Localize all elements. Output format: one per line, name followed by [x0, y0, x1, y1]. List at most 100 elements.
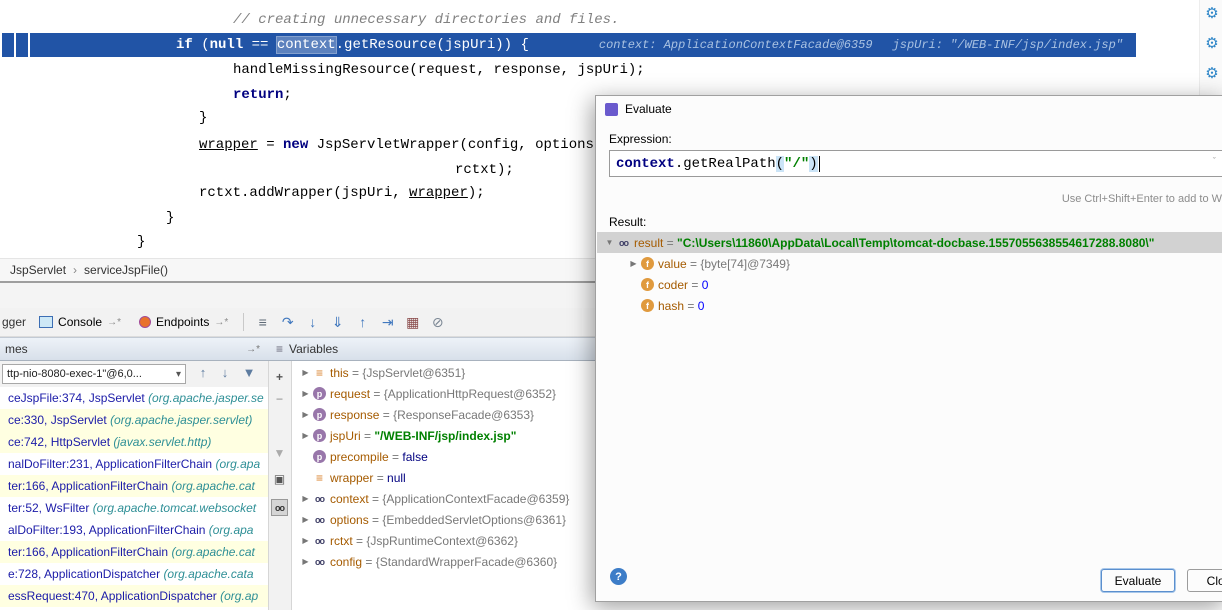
variable-row[interactable]: ▶pjspUri = "/WEB-INF/jsp/index.jsp": [293, 425, 595, 446]
navigate-icon[interactable]: →*: [246, 344, 260, 355]
variable-name: hash: [658, 299, 684, 313]
chevron-right-icon[interactable]: ▶: [299, 515, 312, 524]
tab-debugger[interactable]: gger: [0, 315, 30, 329]
result-row[interactable]: fhash = 0: [597, 295, 1222, 316]
view-breakpoints-icon[interactable]: ▦: [400, 314, 425, 331]
variable-row[interactable]: ▶oocontext = {ApplicationContextFacade@6…: [293, 488, 595, 509]
chevron-right-icon[interactable]: ▶: [299, 494, 312, 503]
expression-token: .getRealPath: [675, 156, 776, 172]
step-over-icon[interactable]: ↷: [275, 314, 300, 331]
frame-row[interactable]: e:728, ApplicationDispatcher (org.apache…: [0, 563, 268, 585]
frames-panel-header: mes →*: [0, 337, 268, 361]
run-to-cursor-icon[interactable]: ⇥: [375, 314, 400, 331]
frame-row[interactable]: ter:166, ApplicationFilterChain (org.apa…: [0, 541, 268, 563]
frame-row[interactable]: essRequest:470, ApplicationDispatcher (o…: [0, 585, 268, 607]
chevron-right-icon[interactable]: ▶: [299, 557, 312, 566]
chevron-right-icon[interactable]: ▶: [299, 536, 312, 545]
variable-row[interactable]: ▶oorctxt = {JspRuntimeContext@6362}: [293, 530, 595, 551]
evaluate-dialog-titlebar[interactable]: Evaluate: [596, 96, 1222, 122]
expression-token: ): [809, 156, 817, 172]
gear-icon[interactable]: ⚙: [1203, 64, 1221, 82]
inline-debug-hint: context: ApplicationContextFacade@6359: [599, 38, 873, 52]
step-out-icon[interactable]: ↑: [350, 314, 375, 330]
equals-sign: =: [362, 555, 376, 569]
variable-row[interactable]: pprecompile = false: [293, 446, 595, 467]
variable-row[interactable]: ▶oooptions = {EmbeddedServletOptions@636…: [293, 509, 595, 530]
gear-icon[interactable]: ⚙: [1203, 4, 1221, 22]
expression-token: context: [616, 156, 675, 172]
previous-frame-icon[interactable]: ↑: [194, 365, 212, 380]
frame-row[interactable]: ter:52, WsFilter (org.apache.tomcat.webs…: [0, 497, 268, 519]
variable-row[interactable]: ▶ooconfig = {StandardWrapperFacade@6360}: [293, 551, 595, 572]
variable-row[interactable]: ▶≡this = {JspServlet@6351}: [293, 362, 595, 383]
field-icon: f: [641, 278, 654, 291]
result-row[interactable]: ▶fvalue = {byte[74]@7349}: [597, 253, 1222, 274]
frame-location: ter:166, ApplicationFilterChain: [8, 545, 171, 559]
expression-input[interactable]: context.getRealPath("/") ˇ: [609, 150, 1222, 177]
next-frame-icon[interactable]: ↓: [216, 365, 234, 380]
gear-icon[interactable]: ⚙: [1203, 34, 1221, 52]
filter-icon[interactable]: ▼: [240, 365, 258, 380]
watches-icon[interactable]: oo: [271, 499, 288, 516]
thread-selector[interactable]: ttp-nio-8080-exec-1"@6,0... ▾: [2, 364, 186, 384]
expression-label: Expression:: [609, 132, 672, 146]
history-chevron-icon[interactable]: ˇ: [1212, 157, 1217, 167]
variables-icon-strip: + − ▼ ▣ oo: [268, 361, 292, 610]
code-line: // creating unnecessary directories and …: [233, 8, 619, 32]
watches-hint: Use Ctrl+Shift+Enter to add to W: [1062, 193, 1222, 205]
threads-view-icon[interactable]: ≡: [250, 314, 275, 330]
breadcrumb-method[interactable]: serviceJspFile(): [84, 263, 168, 277]
frame-row[interactable]: alDoFilter:193, ApplicationFilterChain (…: [0, 519, 268, 541]
add-icon[interactable]: +: [271, 369, 288, 386]
expand-icon[interactable]: ▼: [271, 445, 288, 462]
chevron-right-icon[interactable]: ▶: [299, 431, 312, 440]
variable-value: {byte[74]@7349}: [700, 257, 790, 271]
help-icon[interactable]: ?: [610, 568, 627, 585]
frame-package: (javax.servlet.http): [113, 435, 211, 449]
breadcrumb-separator-icon: ›: [73, 263, 77, 277]
force-step-into-icon[interactable]: ⇓: [325, 314, 350, 331]
chevron-right-icon[interactable]: ▶: [299, 410, 312, 419]
chevron-right-icon[interactable]: ▶: [627, 259, 640, 268]
copy-icon[interactable]: ▣: [271, 471, 288, 488]
dialog-title: Evaluate: [625, 102, 672, 116]
equals-sign: =: [373, 471, 387, 485]
equals-sign: =: [684, 299, 698, 313]
frame-row[interactable]: nalDoFilter:231, ApplicationFilterChain …: [0, 453, 268, 475]
frame-location: e:728, ApplicationDispatcher: [8, 567, 163, 581]
frame-row[interactable]: ce:742, HttpServlet (javax.servlet.http): [0, 431, 268, 453]
watch-icon: oo: [313, 555, 326, 568]
result-label: Result:: [609, 215, 646, 229]
frame-package: (org.apache.cata: [163, 567, 253, 581]
code-line: }: [166, 206, 174, 230]
variable-name: context: [330, 492, 369, 506]
remove-icon[interactable]: −: [271, 391, 288, 408]
equals-sign: =: [687, 257, 701, 271]
chevron-right-icon[interactable]: ▶: [299, 389, 312, 398]
variable-name: wrapper: [330, 471, 373, 485]
result-row[interactable]: ▼ooresult = "C:\Users\11860\AppData\Loca…: [597, 232, 1222, 253]
frame-row[interactable]: ceJspFile:374, JspServlet (org.apache.ja…: [0, 387, 268, 409]
execution-gutter-block: [16, 33, 28, 57]
close-button[interactable]: Close: [1187, 569, 1222, 592]
chevron-right-icon[interactable]: ▶: [299, 368, 312, 377]
param-icon: p: [313, 450, 326, 463]
tab-endpoints[interactable]: Endpoints →*: [130, 308, 237, 336]
step-into-icon[interactable]: ↓: [300, 314, 325, 330]
frame-row[interactable]: ter:166, ApplicationFilterChain (org.apa…: [0, 475, 268, 497]
frame-row[interactable]: ce:330, JspServlet (org.apache.jasper.se…: [0, 409, 268, 431]
equals-sign: =: [349, 366, 363, 380]
tab-console[interactable]: Console →*: [30, 308, 130, 336]
variable-row[interactable]: ≡wrapper = null: [293, 467, 595, 488]
breadcrumb-class[interactable]: JspServlet: [10, 263, 66, 277]
chevron-down-icon[interactable]: ▼: [603, 238, 616, 247]
variable-row[interactable]: ▶prequest = {ApplicationHttpRequest@6352…: [293, 383, 595, 404]
equals-sign: =: [379, 408, 393, 422]
thread-name: ttp-nio-8080-exec-1"@6,0...: [7, 368, 176, 380]
variable-name: options: [330, 513, 369, 527]
mute-breakpoints-icon[interactable]: ⊘: [425, 314, 450, 331]
result-row[interactable]: fcoder = 0: [597, 274, 1222, 295]
inline-debug-hint: jspUri: "/WEB-INF/jsp/index.jsp": [893, 38, 1123, 52]
evaluate-button[interactable]: Evaluate: [1101, 569, 1175, 592]
variable-row[interactable]: ▶presponse = {ResponseFacade@6353}: [293, 404, 595, 425]
